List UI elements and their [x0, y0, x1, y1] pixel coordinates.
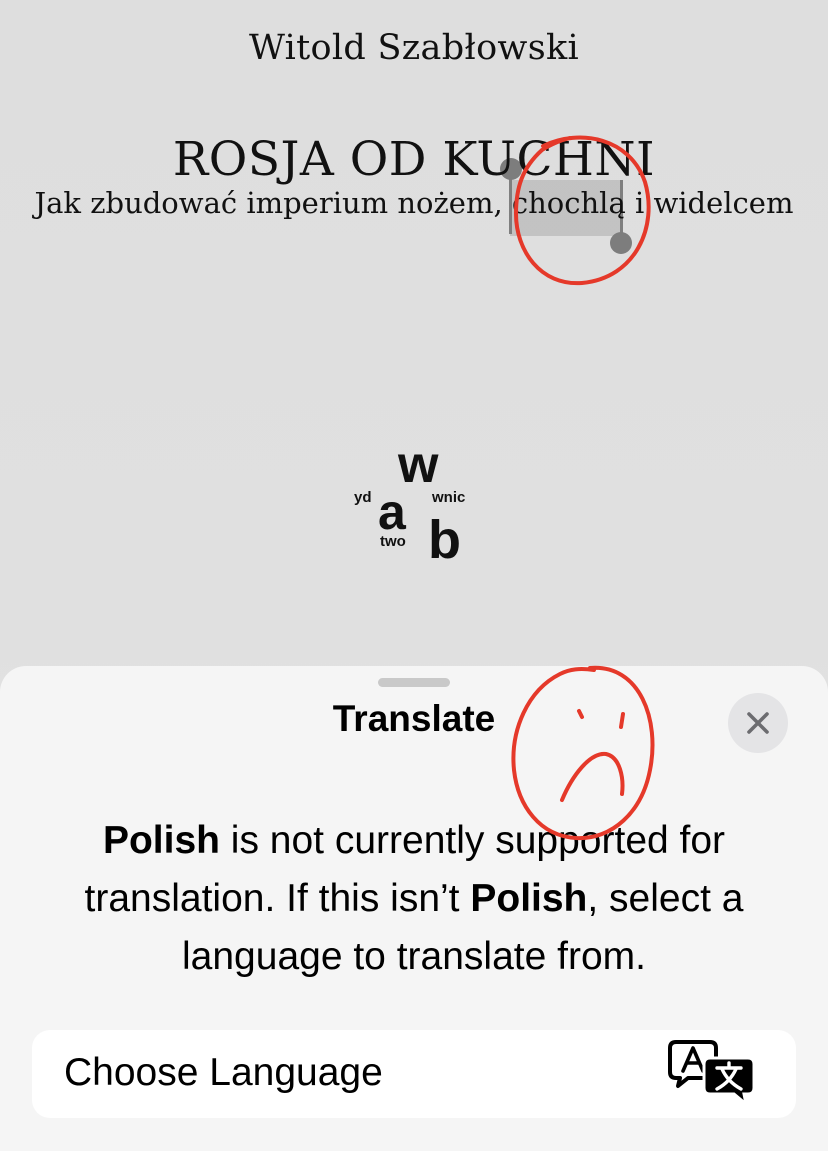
- close-button[interactable]: [728, 693, 788, 753]
- book-author: Witold Szabłowski: [249, 28, 579, 68]
- choose-language-label: Choose Language: [64, 1051, 383, 1094]
- book-subtitle[interactable]: Jak zbudować imperium nożem, chochlą i w…: [0, 186, 828, 220]
- sheet-title: Translate: [332, 698, 496, 739]
- publisher-logo: w a b yd wnic two: [354, 446, 465, 566]
- translate-sheet: Translate Polish is not currently suppor…: [0, 666, 828, 1151]
- language-name-repeat: Polish: [470, 877, 588, 920]
- translate-icon: [668, 1040, 756, 1108]
- logo-letter-a: a: [378, 484, 407, 540]
- screen: Witold Szabłowski ROSJA OD KUCHNI Jak zb…: [0, 0, 828, 1151]
- xmark-icon: [747, 712, 769, 734]
- logo-fragment-two: two: [380, 533, 406, 550]
- language-name: Polish: [102, 819, 220, 862]
- book-title: ROSJA OD KUCHNI: [172, 132, 656, 187]
- choose-language-button[interactable]: Choose Language: [32, 1030, 796, 1118]
- selection-end-handle[interactable]: [610, 232, 632, 254]
- sheet-grabber[interactable]: [378, 678, 450, 687]
- logo-fragment-yd: yd: [354, 489, 372, 506]
- unsupported-language-message: Polish is not currently supported for tr…: [28, 812, 800, 986]
- logo-fragment-wnic: wnic: [431, 489, 465, 506]
- logo-letter-b: b: [428, 510, 461, 566]
